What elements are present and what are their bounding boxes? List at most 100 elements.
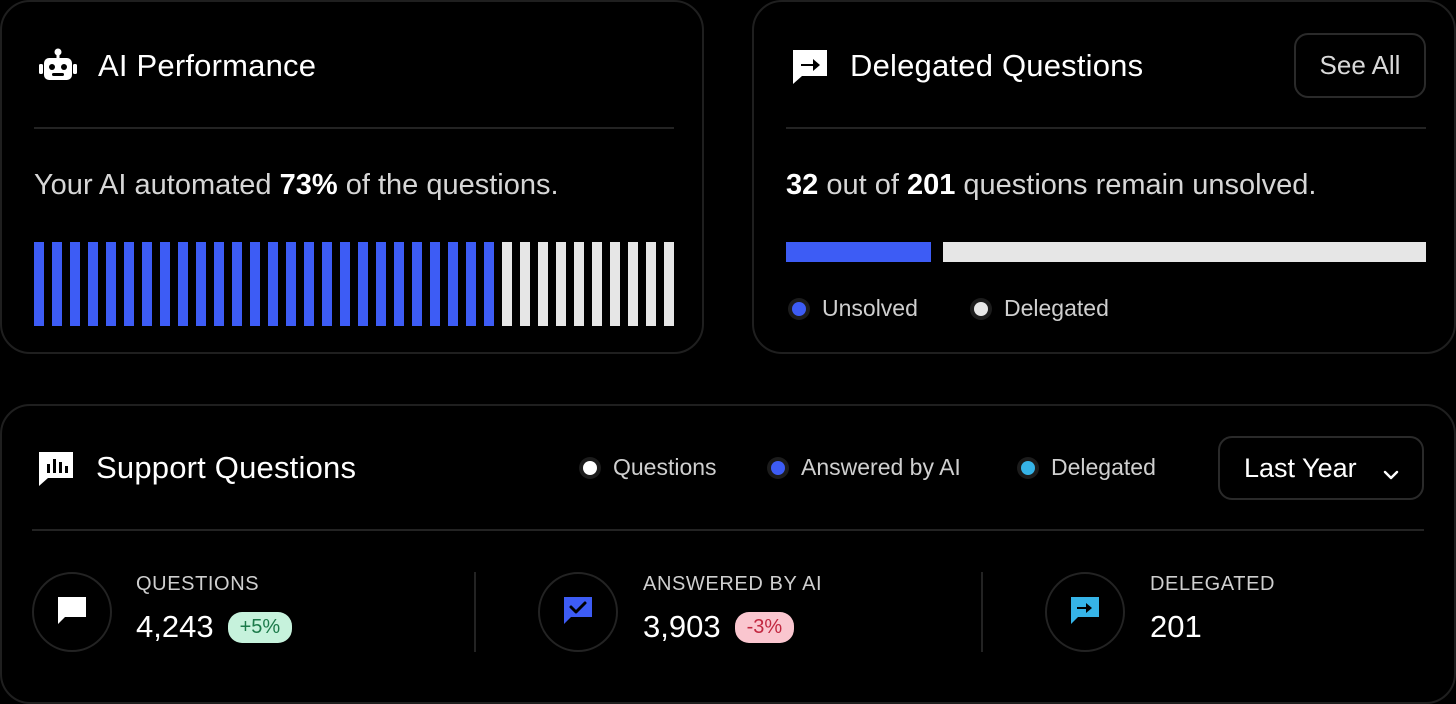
- delegated-stat-value: 201: [1150, 609, 1202, 645]
- stat-separator: [474, 572, 476, 652]
- summary-suffix: questions remain unsolved.: [955, 169, 1317, 201]
- automated-bar: [250, 242, 260, 326]
- stat-number: 3,903: [643, 609, 721, 644]
- automated-bar: [484, 242, 494, 326]
- legend-label: Delegated: [1051, 454, 1156, 480]
- chat-bubble-icon: [56, 594, 88, 631]
- summary-prefix: Your AI automated: [34, 169, 280, 201]
- summary-suffix: of the questions.: [337, 169, 559, 201]
- questions-stat-label: QUESTIONS: [136, 573, 260, 595]
- automation-percent: 73%: [279, 169, 338, 201]
- automated-bar: [448, 242, 458, 326]
- unsolved-segment: [786, 242, 931, 262]
- automated-bar: [340, 242, 350, 326]
- period-select[interactable]: Last Year: [1218, 436, 1424, 500]
- period-select-value: Last Year: [1244, 452, 1357, 483]
- ai-performance-card: AI Performance Your AI automated 73% of …: [0, 0, 704, 354]
- stat-number: 201: [1150, 609, 1202, 644]
- automated-bar: [124, 242, 134, 326]
- change-badge-positive: +5%: [227, 611, 293, 643]
- automated-bar: [376, 242, 386, 326]
- automated-bar: [88, 242, 98, 326]
- automation-summary: Your AI automated 73% of the questions.: [34, 169, 559, 202]
- legend-label: Answered by AI: [801, 454, 961, 480]
- divider: [786, 127, 1426, 129]
- automated-bar: [322, 242, 332, 326]
- legend-label: Delegated: [1004, 295, 1109, 321]
- automated-bar: [394, 242, 404, 326]
- delegated-stat-label: DELEGATED: [1150, 573, 1276, 595]
- delegated-questions-card: Delegated Questions See All 32 out of 20…: [752, 0, 1456, 354]
- divider: [32, 529, 1424, 531]
- questions-stat-value: 4,243 +5%: [136, 609, 293, 645]
- unsolved-count: 32: [786, 169, 819, 201]
- legend-dot: [792, 301, 806, 316]
- automated-bar: [304, 242, 314, 326]
- unsolved-progress-bar: [786, 242, 1426, 262]
- automated-bar: [358, 242, 368, 326]
- bar-chart-icon: [36, 448, 76, 488]
- legend-label: Unsolved: [822, 295, 918, 321]
- change-badge-negative: -3%: [734, 611, 795, 643]
- automated-bar: [466, 242, 476, 326]
- legend-label: Questions: [613, 454, 717, 480]
- forward-icon: [1069, 594, 1101, 631]
- automated-bar: [196, 242, 206, 326]
- remaining-bar: [628, 242, 638, 326]
- automated-bar: [430, 242, 440, 326]
- automated-bar: [214, 242, 224, 326]
- delegated-title: Delegated Questions: [850, 48, 1144, 83]
- answered-stat-value: 3,903 -3%: [643, 609, 795, 645]
- support-title: Support Questions: [96, 450, 357, 485]
- legend-dot: [1021, 460, 1035, 475]
- chevron-down-icon: [1382, 460, 1400, 480]
- automated-bar: [70, 242, 80, 326]
- support-header: Support Questions: [36, 448, 356, 488]
- answered-stat-icon-circle: [538, 572, 618, 652]
- ai-performance-title: AI Performance: [98, 48, 317, 83]
- answered-stat-label: ANSWERED BY AI: [643, 573, 823, 595]
- unsolved-summary: 32 out of 201 questions remain unsolved.: [786, 169, 1316, 202]
- remaining-bar: [574, 242, 584, 326]
- automation-bar-meter: [34, 242, 674, 326]
- automated-bar: [52, 242, 62, 326]
- automated-bar: [34, 242, 44, 326]
- remaining-bar: [664, 242, 674, 326]
- legend-answered-by-ai: Answered by AI: [771, 454, 961, 481]
- automated-bar: [178, 242, 188, 326]
- stat-separator: [981, 572, 983, 652]
- automated-bar: [412, 242, 422, 326]
- robot-icon: [38, 46, 78, 86]
- legend-unsolved: Unsolved: [792, 295, 918, 322]
- legend-dot: [771, 460, 785, 475]
- see-all-button[interactable]: See All: [1294, 33, 1426, 98]
- stat-number: 4,243: [136, 609, 214, 644]
- remaining-bar: [520, 242, 530, 326]
- ai-performance-header: AI Performance: [38, 46, 316, 86]
- chat-check-icon: [562, 594, 594, 631]
- delegated-segment: [943, 242, 1426, 262]
- questions-stat-icon-circle: [32, 572, 112, 652]
- remaining-bar: [502, 242, 512, 326]
- forward-message-icon: [790, 46, 830, 86]
- legend-delegated: Delegated: [974, 295, 1109, 322]
- legend-dot: [974, 301, 988, 316]
- automated-bar: [268, 242, 278, 326]
- remaining-bar: [592, 242, 602, 326]
- delegated-header: Delegated Questions: [790, 46, 1143, 86]
- automated-bar: [106, 242, 116, 326]
- automated-bar: [160, 242, 170, 326]
- delegated-stat-icon-circle: [1045, 572, 1125, 652]
- divider: [34, 127, 674, 129]
- remaining-bar: [556, 242, 566, 326]
- legend-dot: [583, 460, 597, 475]
- remaining-bar: [646, 242, 656, 326]
- remaining-bar: [538, 242, 548, 326]
- total-count: 201: [906, 169, 956, 201]
- automated-bar: [286, 242, 296, 326]
- legend-delegated: Delegated: [1021, 454, 1156, 481]
- automated-bar: [232, 242, 242, 326]
- automated-bar: [142, 242, 152, 326]
- legend-questions: Questions: [583, 454, 717, 481]
- summary-middle: out of: [818, 169, 907, 201]
